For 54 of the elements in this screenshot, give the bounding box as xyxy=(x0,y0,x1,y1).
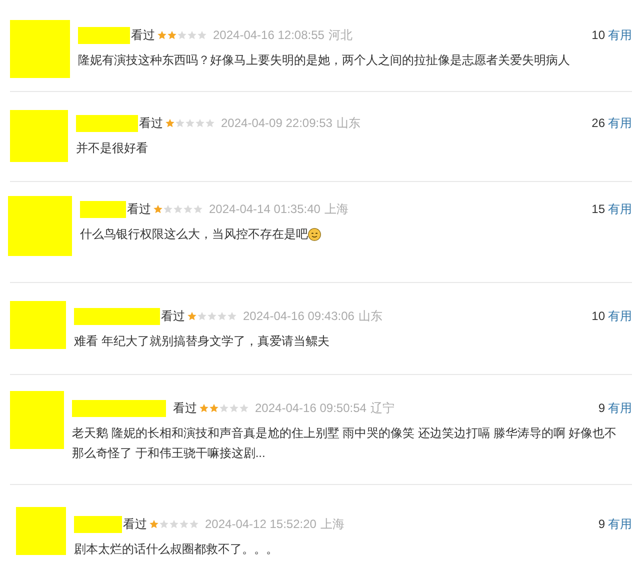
filled-star-icon xyxy=(165,118,175,128)
review-text: 隆妮有演技这种东西吗？好像马上要失明的是她，两个人之间的拉扯像是志愿者关爱失明病人 xyxy=(78,52,570,69)
watched-label: 看过 xyxy=(173,400,197,417)
watched-label: 看过 xyxy=(127,201,151,218)
vote-count: 10 xyxy=(592,308,605,325)
review-location: 山东 xyxy=(336,115,360,132)
review-text: 剧本太烂的话什么叔圈都救不了。。。 xyxy=(74,541,278,558)
review-time: 2024-04-12 15:52:20 xyxy=(205,516,316,533)
useful-link[interactable]: 有用 xyxy=(608,399,632,417)
redacted-avatar xyxy=(10,20,70,78)
redacted-username xyxy=(80,200,126,218)
vote-count: 15 xyxy=(592,201,605,218)
useful-link[interactable]: 有用 xyxy=(608,515,632,533)
filled-star-icon xyxy=(157,30,167,40)
review-time: 2024-04-14 01:35:40 xyxy=(209,201,320,218)
review-location: 辽宁 xyxy=(370,400,394,417)
review-text: 难看 年纪大了就别搞替身文学了，真爱请当鳏夫 xyxy=(74,333,330,350)
review-text: 老天鹅 隆妮的长相和演技和声音真是尬的住上别墅 雨中哭的像笑 还边笑边打嗝 滕华涛导的啊 好像也不那么奇怪了 于和伟王骁干嘛接这剧... xyxy=(72,425,618,462)
review-location: 上海 xyxy=(324,201,348,218)
filled-star-icon xyxy=(187,311,197,321)
filled-star-icon xyxy=(167,30,177,40)
redacted-avatar xyxy=(16,507,66,555)
useful-link[interactable]: 有用 xyxy=(608,307,632,325)
redacted-username xyxy=(78,26,130,44)
review-location: 河北 xyxy=(328,27,352,44)
redacted-avatar xyxy=(10,391,64,449)
redacted-avatar xyxy=(8,196,72,256)
watched-label: 看过 xyxy=(123,516,147,533)
redacted-avatar xyxy=(10,110,68,162)
useful-link[interactable]: 有用 xyxy=(608,26,632,44)
vote-count: 9 xyxy=(598,400,605,417)
vote-count: 26 xyxy=(592,115,605,132)
review-time: 2024-04-16 09:50:54 xyxy=(255,400,366,417)
vote-count: 9 xyxy=(598,516,605,533)
redacted-username xyxy=(74,516,122,532)
review-time: 2024-04-16 12:08:55 xyxy=(213,27,324,44)
redacted-username xyxy=(76,114,138,132)
watched-label: 看过 xyxy=(139,115,163,132)
watched-label: 看过 xyxy=(131,27,155,44)
watched-label: 看过 xyxy=(161,308,185,325)
review-time: 2024-04-09 22:09:53 xyxy=(221,115,332,132)
review-text: 并不是很好看 xyxy=(76,140,148,157)
filled-star-icon xyxy=(209,403,219,413)
filled-star-icon xyxy=(199,403,209,413)
filled-star-icon xyxy=(153,204,163,214)
useful-link[interactable]: 有用 xyxy=(608,200,632,218)
review-time: 2024-04-16 09:43:06 xyxy=(243,308,354,325)
useful-link[interactable]: 有用 xyxy=(608,114,632,132)
review-text: 什么鸟银行权限这么大，当风控不存在是吧 xyxy=(80,226,308,243)
review-location: 上海 xyxy=(320,516,344,533)
review-location: 山东 xyxy=(358,308,382,325)
redacted-avatar xyxy=(10,301,66,349)
filled-star-icon xyxy=(149,519,159,529)
vote-count: 10 xyxy=(592,27,605,44)
